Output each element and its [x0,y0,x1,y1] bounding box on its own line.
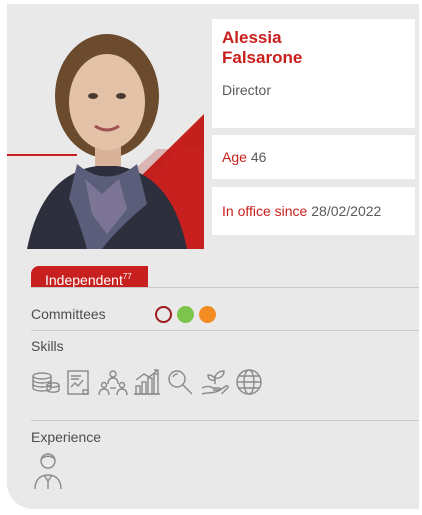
independent-badge: Independent77 [31,266,148,288]
magnifier-icon [166,368,196,396]
office-value: 28/02/2022 [311,203,382,219]
coins-stack-icon [31,368,61,396]
committee-dot-orange [199,306,216,323]
age-label: Age [222,149,247,165]
committees-label: Committees [31,306,106,322]
experience-label: Experience [31,429,102,445]
director-role: Director [222,82,272,98]
skills-label: Skills [31,338,64,354]
committee-dot-green [177,306,194,323]
director-photo [7,4,204,249]
office-panel: In office since 28/02/2022 [212,187,415,235]
director-profile-card: Alessia Falsarone Director Age 46 In off… [7,4,419,509]
financial-report-icon [64,368,94,396]
growth-chart-icon [132,368,162,396]
last-name: Falsarone [222,48,303,67]
divider [31,287,419,288]
accent-line [7,154,77,156]
divider [31,420,419,421]
director-name: Alessia Falsarone [222,28,302,68]
divider [31,330,419,331]
team-people-icon [98,368,128,396]
independent-label: Independent [45,272,123,288]
independent-footnote: 77 [122,272,132,281]
committee-dot-outline [155,306,172,323]
age-value: 46 [250,149,267,165]
plant-hand-icon [200,368,230,396]
name-panel: Alessia Falsarone Director [212,19,415,128]
office-label: In office since [222,203,308,219]
globe-icon [234,368,264,396]
age-panel: Age 46 [212,135,415,179]
person-avatar-icon [33,451,63,491]
first-name: Alessia [222,28,282,47]
